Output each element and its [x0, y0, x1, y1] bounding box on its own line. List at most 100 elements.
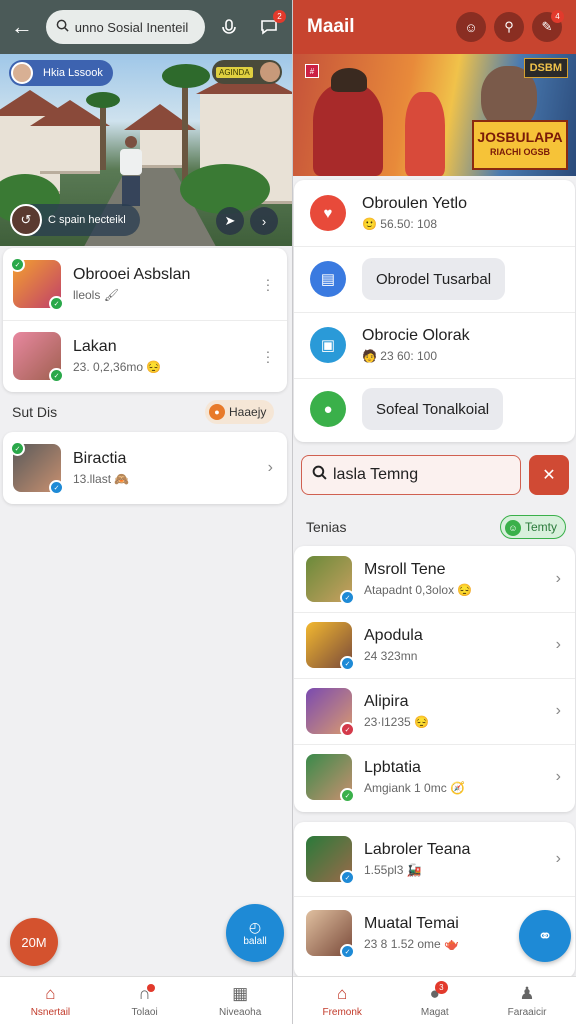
hero-user-name: Hkia Lssook [43, 67, 103, 79]
forward-icon[interactable]: › [250, 207, 278, 235]
hero-badge-tag: AGINDA [216, 66, 253, 78]
share-icon[interactable]: ⚲ [494, 12, 524, 42]
menu-button[interactable]: Obrodel Tusarbal [362, 258, 506, 300]
left-screen: ← unno Sosial Inenteil 2 Hkia Lssook AGI… [0, 0, 292, 1024]
list-item[interactable]: ✓ ✓ Obrooei Asbslan lleols 🖌 · · · [3, 248, 287, 320]
avatar: ✓ [306, 754, 355, 803]
fab-compose[interactable]: ◴ balall [226, 904, 284, 962]
home-icon: ⌂ [337, 983, 348, 1003]
menu-card: ♥ Obroulen Yetlo 🙂 56.50: 108 ▤ Obrodel … [294, 180, 575, 442]
menu-button[interactable]: Sofeal Tonalkoial [362, 388, 504, 430]
walking-person [118, 136, 144, 206]
teams-chip[interactable]: ☺ Temty [500, 515, 567, 539]
team-name: Apodula [364, 627, 423, 644]
chevron-right-icon: › [555, 702, 561, 719]
voice-icon[interactable] [215, 12, 245, 42]
contact-emoji: 🖌 [103, 288, 119, 302]
team-sub: 24 323mn [364, 649, 418, 663]
team-search-input[interactable]: lasla Temng [301, 455, 521, 495]
hero-image[interactable]: Hkia Lssook AGINDA ↺ C spain hecteikl ➤ … [0, 54, 292, 246]
user-search-icon[interactable]: ☺ [456, 12, 486, 42]
list-item[interactable]: ✓ Lakan 23. 0,2,36mo 😔 · · · [3, 320, 287, 392]
verified-badge: ✓ [49, 296, 64, 311]
chevron-right-icon: › [555, 570, 561, 587]
record-icon: ↺ [10, 204, 42, 236]
banner-logo-text: JOSBULAPA [477, 129, 563, 145]
chevron-right-icon: › [267, 459, 273, 476]
promo-banner[interactable]: # DSBM JOSBULAPA RIACHI OGSB [293, 54, 576, 176]
teams-card: ✓ Msroll Tene Atapadnt 0,3olox 😔 › ✓ Apodula 2… [294, 546, 575, 812]
menu-item[interactable]: ● Sofeal Tonalkoial [294, 378, 575, 440]
contact-sub: 23. 0,2,36mo [73, 360, 144, 374]
nav-label: Faraaicir [507, 1006, 547, 1018]
team-sub: Atapadnt 0,3olox [364, 583, 455, 597]
nav-item-calendar[interactable]: ▦ Niveaoha [219, 984, 261, 1018]
menu-emoji: 🧑 [362, 349, 377, 363]
team-row[interactable]: ✓ Lpbtatia Amgiank 1 0mc 🧭 › [294, 744, 575, 810]
chat-icon[interactable]: 2 [254, 10, 286, 42]
banner-tag: DSBM [523, 58, 568, 78]
chat-icon: ● 3 [430, 980, 448, 1004]
nav-badge: 3 [434, 980, 448, 994]
banner-figure [313, 84, 383, 176]
chevron-right-icon: › [555, 636, 561, 653]
team-name: Labroler Teana [364, 841, 471, 858]
team-emoji: 🧭 [450, 781, 465, 795]
fab-compose-label: balall [243, 936, 267, 947]
nav-item-home[interactable]: ⌂ Fremonk [322, 984, 361, 1018]
more-icon[interactable]: · · · [265, 344, 271, 368]
left-header: ← unno Sosial Inenteil 2 [0, 0, 292, 54]
hero-bottom-pill[interactable]: ↺ C spain hecteikl [10, 204, 140, 236]
menu-sub: 56.50: 108 [380, 217, 438, 231]
more-icon[interactable]: · · · [265, 272, 271, 296]
teams-title: Tenias [306, 519, 347, 535]
team-row[interactable]: ✓ Msroll Tene Atapadnt 0,3olox 😔 › [294, 546, 575, 612]
team-name: Msroll Tene [364, 561, 446, 578]
bush [180, 164, 270, 214]
team-sub: 1.55pl3 [364, 863, 404, 877]
notification-badge: 4 [551, 10, 564, 23]
menu-item[interactable]: ▤ Obrodel Tusarbal [294, 246, 575, 312]
search-text: unno Sosial Inenteil [74, 19, 189, 35]
nav-item-profile[interactable]: ♟ Faraaicir [508, 984, 547, 1018]
team-row[interactable]: ✓ Apodula 24 323mn › [294, 612, 575, 678]
menu-label: Sofeal Tonalkoial [376, 400, 490, 418]
back-arrow-icon[interactable]: ← [8, 13, 36, 41]
menu-item[interactable]: ▣ Obrocie Olorak 🧑 23 60: 100 [294, 312, 575, 378]
nav-item-chat[interactable]: ● 3 Magat [421, 980, 449, 1018]
calls-icon: ∩ [138, 983, 155, 1004]
contacts-card: ✓ ✓ Obrooei Asbslan lleols 🖌 · · · ✓ Lakan… [3, 248, 287, 392]
banner-hat [331, 68, 367, 92]
verified-badge: ✓ [340, 788, 355, 803]
flame-icon: ● [209, 404, 225, 420]
section-chip[interactable]: ● Haaejy [205, 400, 275, 424]
nav-label: Tolaoi [131, 1006, 158, 1018]
run-icon[interactable]: ➤ [216, 207, 244, 235]
list-item[interactable]: ✓ ✓ Biractia 13.llast 🙈 › [3, 432, 287, 504]
contact-name: Obrooei Asbslan [73, 266, 191, 283]
notifications-icon[interactable]: ✎ 4 [532, 10, 564, 42]
verified-badge: ✓ [340, 944, 355, 959]
avatar [260, 62, 280, 82]
clear-search-button[interactable]: ✕ [529, 455, 569, 495]
search-input[interactable]: unno Sosial Inenteil [45, 10, 205, 44]
avatar: ✓ [306, 622, 355, 671]
palm-leaves [86, 92, 120, 108]
leaf-icon: ● [310, 391, 346, 427]
house-shape [40, 124, 100, 174]
hero-badge[interactable]: AGINDA [212, 60, 282, 84]
nav-item-home[interactable]: ⌂ Nsnertail [31, 984, 70, 1018]
nav-item-calls[interactable]: ∩ Tolaoi [131, 983, 158, 1018]
team-row[interactable]: ✓ Alipira 23·l1235 😔 › [294, 678, 575, 744]
verified-badge: ✓ [340, 722, 355, 737]
fab-link[interactable]: ⚭ [519, 910, 571, 962]
menu-label: Obrocie Olorak [362, 327, 470, 344]
palm-tree [100, 100, 106, 170]
team-row[interactable]: ✓ Labroler Teana 1.55pl3 🚂 › [294, 822, 575, 896]
home-icon: ⌂ [45, 983, 56, 1003]
nav-label: Niveaoha [219, 1006, 262, 1018]
fab-left[interactable]: 20M [10, 918, 58, 966]
chevron-right-icon: › [555, 768, 561, 785]
hero-user-pill[interactable]: Hkia Lssook [9, 60, 113, 86]
menu-item[interactable]: ♥ Obroulen Yetlo 🙂 56.50: 108 [294, 180, 575, 246]
